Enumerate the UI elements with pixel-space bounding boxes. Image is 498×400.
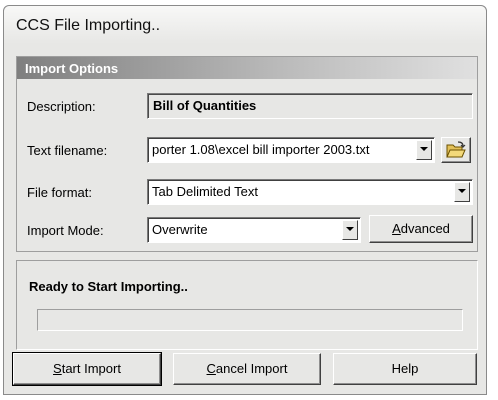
description-label: Description: — [27, 99, 96, 114]
help-button[interactable]: Help — [333, 353, 477, 385]
progress-bar — [37, 309, 463, 331]
chevron-down-icon[interactable] — [416, 140, 432, 160]
import-mode-select[interactable]: Overwrite — [147, 217, 361, 243]
description-value: Bill of Quantities — [153, 98, 257, 113]
text-filename-combo[interactable]: porter 1.08\excel bill importer 2003.txt — [147, 137, 435, 163]
import-mode-label: Import Mode: — [27, 223, 104, 238]
status-panel: Ready to Start Importing.. — [16, 260, 478, 350]
import-options-header: Import Options — [17, 57, 477, 79]
file-format-value: Tab Delimited Text — [152, 184, 258, 199]
advanced-button[interactable]: Advanced — [369, 215, 473, 243]
chevron-down-icon[interactable] — [454, 182, 470, 202]
description-field: Bill of Quantities — [147, 93, 473, 119]
import-options-title: Import Options — [25, 61, 119, 76]
chevron-down-icon[interactable] — [342, 220, 358, 240]
import-dialog: CCS File Importing.. Import Options Desc… — [3, 5, 487, 395]
cancel-import-button[interactable]: Cancel Import — [173, 353, 321, 385]
import-mode-value: Overwrite — [152, 222, 208, 237]
text-filename-value: porter 1.08\excel bill importer 2003.txt — [152, 142, 370, 157]
status-text: Ready to Start Importing.. — [29, 279, 188, 294]
window-title: CCS File Importing.. — [16, 17, 161, 34]
browse-button[interactable] — [441, 137, 471, 163]
file-format-label: File format: — [27, 185, 93, 200]
title-bar[interactable]: CCS File Importing.. — [4, 6, 486, 44]
text-filename-label: Text filename: — [27, 143, 108, 158]
start-import-button[interactable]: Start Import — [12, 352, 162, 386]
import-options-group: Import Options Description: Bill of Quan… — [16, 56, 478, 252]
file-format-select[interactable]: Tab Delimited Text — [147, 179, 473, 205]
open-folder-icon — [446, 141, 466, 158]
